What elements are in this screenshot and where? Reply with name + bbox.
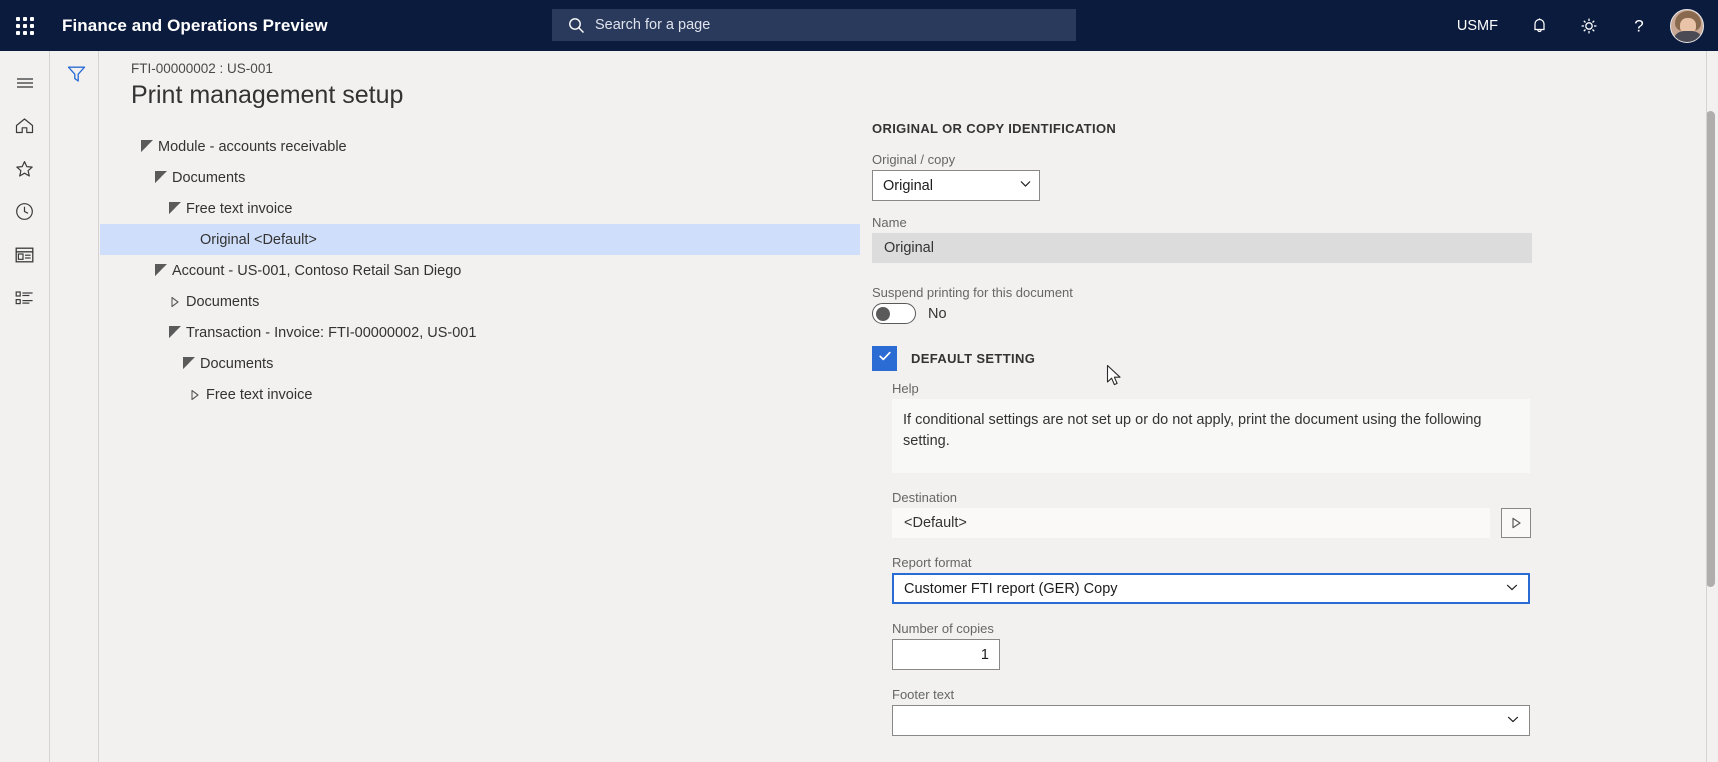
suspend-printing-label: Suspend printing for this document xyxy=(872,285,1073,300)
expanded-arrow-icon[interactable] xyxy=(136,139,158,153)
tree-node-label: Documents xyxy=(186,293,260,310)
number-of-copies-label: Number of copies xyxy=(892,621,994,636)
chevron-down-icon xyxy=(1504,579,1520,599)
footer-text-field: Footer text xyxy=(892,687,1662,736)
original-copy-value: Original xyxy=(883,177,933,194)
suspend-printing-value: No xyxy=(928,305,947,322)
help-field: Help If conditional settings are not set… xyxy=(892,381,1662,473)
clock-icon[interactable] xyxy=(0,190,50,233)
expanded-arrow-icon[interactable] xyxy=(178,356,200,370)
report-format-value: Customer FTI report (GER) Copy xyxy=(904,580,1118,597)
filter-funnel-icon[interactable] xyxy=(62,60,90,88)
tree-node[interactable]: Documents xyxy=(100,162,860,193)
number-of-copies-input[interactable]: 1 xyxy=(892,639,1000,670)
workspace-icon[interactable] xyxy=(0,233,50,276)
search-input[interactable]: Search for a page xyxy=(552,9,1076,41)
print-management-tree: Module - accounts receivable Documents F… xyxy=(100,131,860,410)
filter-strip xyxy=(51,51,99,762)
number-of-copies-field: Number of copies 1 xyxy=(892,621,1662,670)
home-icon[interactable] xyxy=(0,104,50,147)
company-selector[interactable]: USMF xyxy=(1441,18,1514,34)
expanded-arrow-icon[interactable] xyxy=(150,263,172,277)
help-label: Help xyxy=(892,381,919,396)
bell-icon[interactable] xyxy=(1514,0,1564,51)
tree-node-label: Free text invoice xyxy=(206,386,313,403)
name-field: Name Original xyxy=(872,215,1662,263)
report-format-dropdown[interactable]: Customer FTI report (GER) Copy xyxy=(892,573,1530,604)
checkmark-icon xyxy=(877,348,893,369)
modules-list-icon[interactable] xyxy=(0,276,50,319)
expanded-arrow-icon[interactable] xyxy=(164,201,186,215)
suspend-printing-toggle[interactable] xyxy=(872,303,916,324)
report-format-label: Report format xyxy=(892,555,972,570)
page-title: Print management setup xyxy=(131,81,404,109)
original-copy-field: Original / copy Original xyxy=(872,152,1662,201)
page-content: FTI-00000002 : US-001 Print management s… xyxy=(100,51,1718,762)
footer-text-dropdown[interactable] xyxy=(892,705,1530,736)
top-navigation-bar: Finance and Operations Preview Search fo… xyxy=(0,0,1718,51)
expanded-arrow-icon[interactable] xyxy=(150,170,172,184)
app-launcher-icon[interactable] xyxy=(0,0,50,51)
expanded-arrow-icon[interactable] xyxy=(164,325,186,339)
destination-input[interactable]: <Default> xyxy=(892,508,1490,538)
collapsed-arrow-icon[interactable] xyxy=(164,296,186,308)
name-value-readonly: Original xyxy=(872,233,1532,263)
help-text: If conditional settings are not set up o… xyxy=(892,399,1530,473)
tree-node-label: Account - US-001, Contoso Retail San Die… xyxy=(172,262,462,279)
original-copy-label: Original / copy xyxy=(872,152,956,167)
vertical-scrollbar[interactable] xyxy=(1706,111,1715,761)
tree-node-label: Free text invoice xyxy=(186,200,293,217)
suspend-printing-field: Suspend printing for this document No xyxy=(872,285,1662,324)
tree-node-label: Original <Default> xyxy=(200,231,317,248)
left-navigation-rail xyxy=(0,51,50,762)
section-header: ORIGINAL OR COPY IDENTIFICATION xyxy=(872,121,1117,136)
tree-node[interactable]: Account - US-001, Contoso Retail San Die… xyxy=(100,255,860,286)
breadcrumb: FTI-00000002 : US-001 xyxy=(131,61,273,76)
destination-field: Destination <Default> xyxy=(892,490,1662,538)
panel-divider xyxy=(1706,51,1707,762)
name-label: Name xyxy=(872,215,907,230)
default-setting-row: DEFAULT SETTING xyxy=(872,346,1662,371)
chevron-down-icon xyxy=(1018,176,1033,195)
svg-text:?: ? xyxy=(1634,16,1643,35)
tree-node[interactable]: Free text invoice xyxy=(100,193,860,224)
tree-node[interactable]: Module - accounts receivable xyxy=(100,131,860,162)
toggle-knob xyxy=(876,306,890,321)
tree-node[interactable]: Transaction - Invoice: FTI-00000002, US-… xyxy=(100,317,860,348)
search-icon xyxy=(568,17,585,34)
default-setting-label: DEFAULT SETTING xyxy=(911,351,1036,366)
default-setting-checkbox[interactable] xyxy=(872,346,897,371)
tree-node-label: Documents xyxy=(200,355,274,372)
question-mark-icon[interactable]: ? xyxy=(1614,0,1664,51)
star-icon[interactable] xyxy=(0,147,50,190)
tree-node-label: Transaction - Invoice: FTI-00000002, US-… xyxy=(186,324,477,341)
print-settings-form: ORIGINAL OR COPY IDENTIFICATION Original… xyxy=(872,121,1662,750)
footer-text-label: Footer text xyxy=(892,687,955,702)
tree-node[interactable]: Documents xyxy=(100,348,860,379)
app-title: Finance and Operations Preview xyxy=(62,15,328,35)
destination-label: Destination xyxy=(892,490,958,505)
tree-node[interactable]: Documents xyxy=(100,286,860,317)
user-avatar[interactable] xyxy=(1670,8,1704,43)
search-placeholder: Search for a page xyxy=(595,17,711,33)
tree-node-label: Module - accounts receivable xyxy=(158,138,347,155)
gear-icon[interactable] xyxy=(1564,0,1614,51)
play-triangle-icon[interactable] xyxy=(1501,508,1531,538)
report-format-field: Report format Customer FTI report (GER) … xyxy=(892,555,1662,604)
default-setting-body: Help If conditional settings are not set… xyxy=(872,381,1662,736)
scrollbar-thumb[interactable] xyxy=(1706,111,1715,587)
tree-node-label: Documents xyxy=(172,169,246,186)
tree-node[interactable]: Free text invoice xyxy=(100,379,860,410)
original-copy-dropdown[interactable]: Original xyxy=(872,170,1040,201)
top-bar-right-group: USMF ? xyxy=(1441,0,1718,51)
hamburger-menu-icon[interactable] xyxy=(0,61,50,104)
chevron-down-icon xyxy=(1505,711,1521,731)
collapsed-arrow-icon[interactable] xyxy=(184,389,206,401)
tree-node-selected[interactable]: Original <Default> xyxy=(100,224,860,255)
